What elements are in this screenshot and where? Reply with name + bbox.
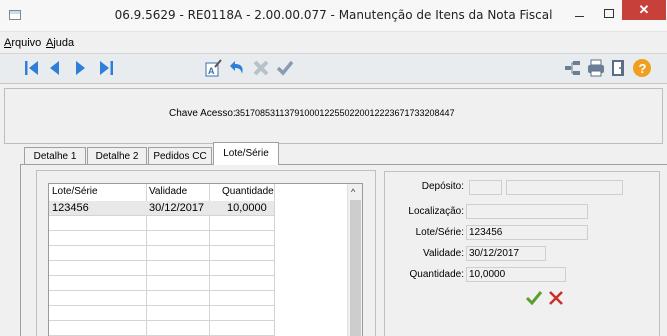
cell-lote: 123456	[52, 202, 89, 214]
tab-detalhe-1[interactable]: Detalhe 1	[24, 147, 86, 165]
table-row[interactable]	[49, 246, 274, 261]
quantidade-field[interactable]: 10,0000	[466, 267, 566, 282]
vertical-scrollbar[interactable]: ^	[347, 184, 362, 336]
cancel-button[interactable]	[547, 289, 565, 307]
table-row[interactable]	[49, 261, 274, 276]
chave-acesso-label: Chave Acesso:	[169, 108, 236, 119]
title-bar: 06.9.5629 - RE0118A - 2.00.00.077 - Manu…	[0, 0, 667, 32]
column-header-validade[interactable]: Validade	[149, 186, 187, 197]
edit-icon[interactable]: A	[203, 58, 223, 78]
svg-text:A: A	[208, 66, 215, 76]
undo-icon[interactable]	[226, 58, 246, 78]
deposito-label: Depósito:	[421, 181, 464, 192]
exit-icon[interactable]	[608, 58, 628, 78]
deposito-description-field	[506, 180, 623, 195]
next-record-icon[interactable]	[70, 58, 90, 78]
first-record-icon[interactable]	[22, 58, 42, 78]
confirm-icon[interactable]	[275, 58, 295, 78]
lote-serie-field[interactable]: 123456	[466, 225, 588, 240]
scroll-up-icon[interactable]: ^	[351, 187, 355, 197]
help-icon[interactable]: ?	[632, 58, 652, 78]
localizacao-field[interactable]	[466, 204, 588, 219]
toolbar: A ?	[0, 53, 667, 84]
previous-record-icon[interactable]	[45, 58, 65, 78]
validade-label: Validade:	[423, 248, 464, 259]
close-button[interactable]: ✕	[622, 0, 666, 20]
table-row[interactable]	[49, 276, 274, 291]
menu-ajuda[interactable]: Ajuda	[46, 37, 74, 49]
cell-validade: 30/12/2017	[149, 202, 205, 214]
lote-serie-grid[interactable]: Lote/Série Validade Quantidade 123456 30…	[48, 183, 363, 336]
column-divider	[274, 184, 275, 336]
maximize-button[interactable]	[600, 6, 616, 20]
scroll-thumb[interactable]	[350, 200, 361, 336]
table-row[interactable]	[49, 306, 274, 321]
column-header-lote[interactable]: Lote/Série	[52, 186, 98, 197]
deposito-field[interactable]	[469, 180, 502, 195]
table-row[interactable]	[49, 231, 274, 246]
menu-arquivo[interactable]: Arquivo	[4, 37, 41, 49]
table-row[interactable]	[49, 291, 274, 306]
chave-acesso-field[interactable]: 3517085311379100012255022001222367173320…	[235, 106, 500, 120]
last-record-icon[interactable]	[96, 58, 116, 78]
localizacao-label: Localização:	[408, 206, 464, 217]
column-header-quantidade[interactable]: Quantidade	[222, 186, 274, 197]
cell-quantidade: 10,0000	[227, 202, 267, 214]
menu-bar: Arquivo Ajuda	[0, 33, 667, 53]
tab-lote-serie[interactable]: Lote/Série	[213, 142, 279, 165]
quantidade-label: Quantidade:	[409, 269, 465, 280]
table-row[interactable]	[49, 321, 274, 336]
table-row[interactable]	[49, 216, 274, 231]
svg-text:?: ?	[639, 61, 647, 76]
lote-serie-label: Lote/Série:	[415, 227, 464, 238]
print-icon[interactable]	[586, 58, 606, 78]
tab-pedidos-cc[interactable]: Pedidos CC	[148, 147, 212, 165]
delete-icon[interactable]	[251, 58, 271, 78]
window-title: 06.9.5629 - RE0118A - 2.00.00.077 - Manu…	[114, 8, 553, 22]
table-row[interactable]: 123456 30/12/2017 10,0000	[49, 201, 274, 216]
grid-header: Lote/Série Validade Quantidade	[49, 184, 348, 200]
flow-icon[interactable]	[563, 58, 583, 78]
minimize-button[interactable]	[572, 9, 588, 21]
ok-button[interactable]	[525, 289, 543, 307]
tab-detalhe-2[interactable]: Detalhe 2	[87, 147, 147, 165]
validade-field[interactable]: 30/12/2017	[466, 246, 546, 261]
